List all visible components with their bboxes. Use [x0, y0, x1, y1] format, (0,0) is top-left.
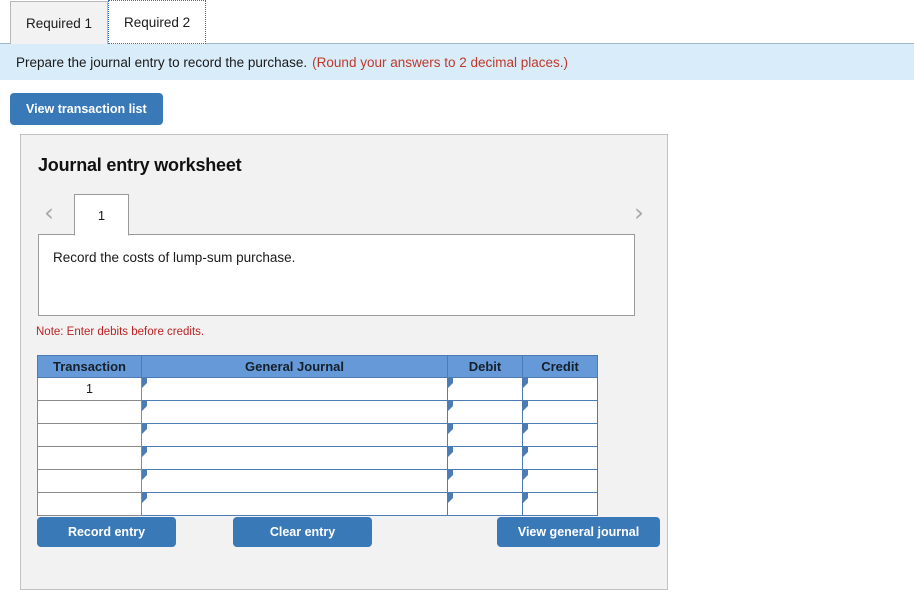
tab-required-1-label: Required 1: [26, 15, 93, 31]
general-journal-cell[interactable]: [141, 423, 448, 447]
credit-cell[interactable]: [522, 492, 598, 516]
instruction-hint: (Round your answers to 2 decimal places.…: [312, 54, 569, 70]
credit-cell[interactable]: [522, 423, 598, 447]
view-transaction-list-button[interactable]: View transaction list: [10, 93, 163, 125]
table-row: [37, 400, 598, 424]
column-header-debit: Debit: [447, 355, 523, 378]
tab-list: Required 1 Required 2: [10, 0, 207, 44]
general-journal-cell[interactable]: [141, 469, 448, 493]
worksheet-description-box: Record the costs of lump-sum purchase.: [38, 234, 635, 316]
general-journal-input[interactable]: [142, 447, 447, 469]
transaction-number-cell: [37, 400, 142, 424]
worksheet-page-tab-1[interactable]: 1: [74, 194, 129, 236]
worksheet-action-buttons: Record entry Clear entry View general jo…: [37, 517, 660, 547]
column-header-transaction: Transaction: [37, 355, 142, 378]
credit-cell[interactable]: [522, 446, 598, 470]
general-journal-cell[interactable]: [141, 492, 448, 516]
journal-entry-worksheet-panel: Journal entry worksheet ‹ 1 › Record the…: [20, 134, 668, 590]
journal-entry-table-body: 1: [37, 377, 598, 516]
debit-input[interactable]: [448, 470, 522, 492]
view-general-journal-button[interactable]: View general journal: [497, 517, 660, 547]
table-row: [37, 492, 598, 516]
debit-cell[interactable]: [447, 423, 523, 447]
journal-entry-table: Transaction General Journal Debit Credit…: [37, 355, 598, 516]
table-row: 1: [37, 377, 598, 401]
credit-cell[interactable]: [522, 377, 598, 401]
general-journal-input[interactable]: [142, 401, 447, 423]
general-journal-input[interactable]: [142, 424, 447, 446]
worksheet-page-tab-1-label: 1: [97, 207, 106, 223]
debit-cell[interactable]: [447, 446, 523, 470]
table-row: [37, 423, 598, 447]
debit-input[interactable]: [448, 378, 522, 400]
table-header-row: Transaction General Journal Debit Credit: [37, 355, 598, 378]
transaction-number-cell: 1: [37, 377, 142, 401]
general-journal-cell[interactable]: [141, 400, 448, 424]
tab-required-2[interactable]: Required 2: [108, 0, 207, 44]
debit-cell[interactable]: [447, 492, 523, 516]
record-entry-button[interactable]: Record entry: [37, 517, 176, 547]
worksheet-title: Journal entry worksheet: [38, 155, 242, 175]
transaction-number-cell: [37, 446, 142, 470]
credit-input[interactable]: [523, 493, 597, 515]
transaction-number-cell: [37, 423, 142, 447]
debit-cell[interactable]: [447, 400, 523, 424]
tab-strip: Required 1 Required 2: [0, 0, 914, 44]
general-journal-input[interactable]: [142, 378, 447, 400]
credit-cell[interactable]: [522, 400, 598, 424]
tab-required-2-label: Required 2: [124, 14, 191, 30]
general-journal-input[interactable]: [142, 470, 447, 492]
credit-input[interactable]: [523, 424, 597, 446]
general-journal-cell[interactable]: [141, 377, 448, 401]
instruction-bar: Prepare the journal entry to record the …: [0, 44, 914, 80]
debit-cell[interactable]: [447, 377, 523, 401]
table-row: [37, 469, 598, 493]
transaction-number-cell: [37, 469, 142, 493]
clear-entry-button[interactable]: Clear entry: [233, 517, 372, 547]
debit-input[interactable]: [448, 447, 522, 469]
transaction-number-cell: [37, 492, 142, 516]
debits-before-credits-note: Note: Enter debits before credits.: [36, 326, 205, 338]
credit-input[interactable]: [523, 447, 597, 469]
instruction-text: Prepare the journal entry to record the …: [16, 54, 308, 70]
chevron-left-icon[interactable]: ‹: [38, 200, 60, 226]
credit-input[interactable]: [523, 401, 597, 423]
debit-input[interactable]: [448, 493, 522, 515]
tab-required-1[interactable]: Required 1: [10, 1, 109, 44]
worksheet-description-text: Record the costs of lump-sum purchase.: [53, 250, 296, 265]
column-header-credit: Credit: [522, 355, 598, 378]
credit-input[interactable]: [523, 470, 597, 492]
chevron-right-icon[interactable]: ›: [628, 200, 650, 226]
general-journal-input[interactable]: [142, 493, 447, 515]
credit-cell[interactable]: [522, 469, 598, 493]
column-header-general-journal: General Journal: [141, 355, 448, 378]
debit-input[interactable]: [448, 401, 522, 423]
worksheet-pager: ‹ 1 ›: [21, 191, 667, 236]
debit-cell[interactable]: [447, 469, 523, 493]
table-row: [37, 446, 598, 470]
debit-input[interactable]: [448, 424, 522, 446]
credit-input[interactable]: [523, 378, 597, 400]
general-journal-cell[interactable]: [141, 446, 448, 470]
